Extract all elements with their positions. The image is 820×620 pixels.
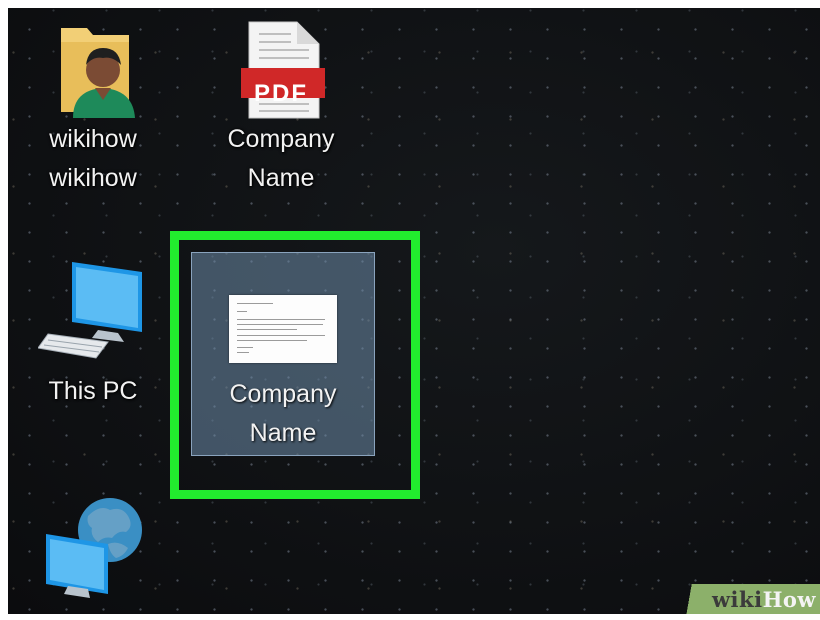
watermark-wiki: wiki xyxy=(711,587,763,612)
icon-label-line2: wikihow xyxy=(49,164,137,192)
selected-document-icon[interactable]: Company Name xyxy=(191,252,375,456)
word-document-thumbnail-icon xyxy=(229,295,337,363)
wikihow-watermark: wikiHow xyxy=(712,587,816,612)
watermark-badge: wikiHow xyxy=(670,584,820,614)
pdf-badge: PDF xyxy=(254,80,308,107)
desktop-icon-pdf-company-name[interactable]: PDF Company Name xyxy=(216,20,346,198)
desktop-icon-this-pc[interactable]: This PC xyxy=(28,260,158,411)
selected-label-line2: Name xyxy=(249,419,317,447)
selected-label-line1: Company xyxy=(229,380,337,408)
icon-label-line2: Name xyxy=(247,164,315,192)
desktop[interactable]: wikihow wikihow PDF Company Name This PC… xyxy=(8,8,820,614)
icon-label-line1: Company xyxy=(227,125,335,153)
computer-icon xyxy=(38,262,142,359)
desktop-icon-user-folder[interactable]: wikihow wikihow xyxy=(28,20,158,198)
watermark-how: How xyxy=(762,587,816,612)
icon-label-line1: wikihow xyxy=(49,125,137,153)
network-globe-icon xyxy=(46,498,142,598)
user-folder-icon xyxy=(61,28,135,118)
icon-label-this-pc: This PC xyxy=(48,377,138,405)
desktop-icon-network[interactable] xyxy=(28,496,158,601)
selected-icon-label: Company Name xyxy=(192,375,374,453)
